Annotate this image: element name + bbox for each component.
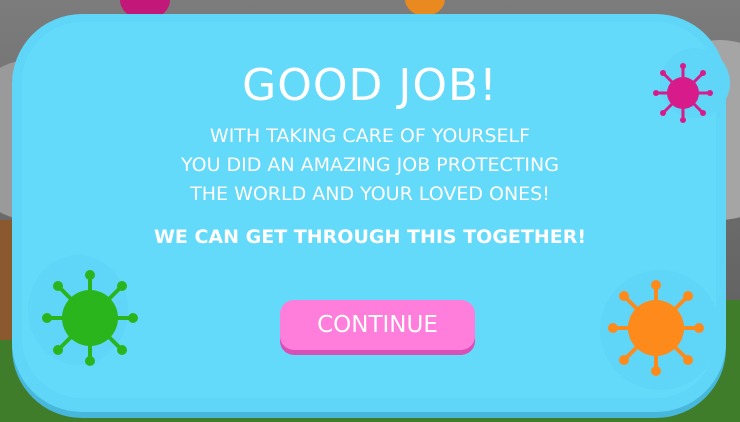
- continue-button[interactable]: CONTINUE: [280, 300, 475, 350]
- virus-icon-pink: [653, 63, 713, 123]
- emphasis-message: WE CAN GET THROUGH THIS TOGETHER!: [153, 226, 587, 248]
- virus-icon-orange: [608, 280, 704, 376]
- message-line: THE WORLD AND YOUR LOVED ONES!: [190, 183, 550, 205]
- message-line: YOU DID AN AMAZING JOB PROTECTING: [181, 154, 559, 176]
- dialog-title: GOOD JOB!: [242, 60, 498, 111]
- virus-icon-green: [42, 270, 138, 366]
- message-line: WITH TAKING CARE OF YOURSELF: [209, 125, 531, 147]
